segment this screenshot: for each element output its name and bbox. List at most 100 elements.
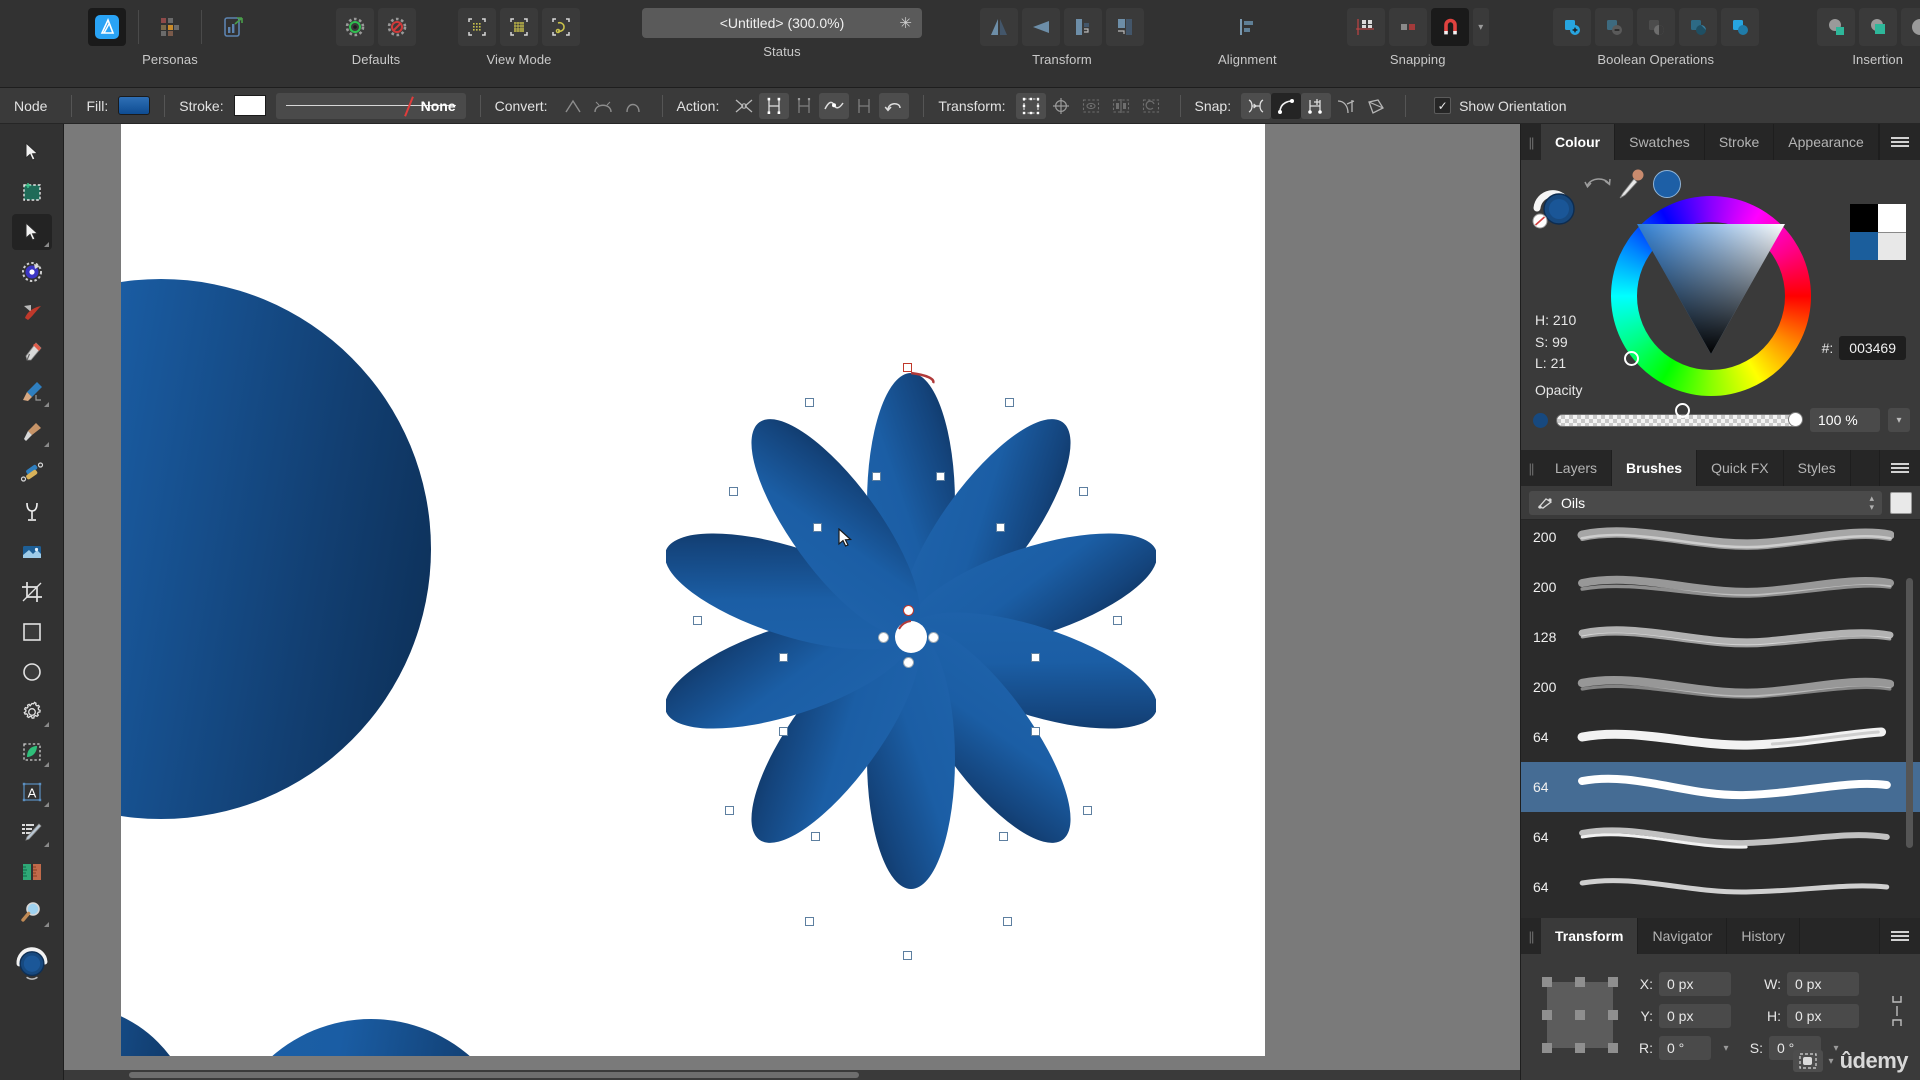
snapping-bounds-icon[interactable] [1388,8,1427,46]
brush-item[interactable]: 200 [1521,562,1920,612]
opacity-slider-knob[interactable] [1788,411,1803,427]
fill-brush-tool[interactable] [12,414,52,450]
brush-category-select[interactable]: Oils ▴ ▾ [1529,490,1882,515]
ellipse-tool[interactable] [12,654,52,690]
show-transform-box-icon[interactable] [1015,92,1046,119]
show-orientation-toggle[interactable]: ✓ Show Orientation [1434,97,1567,114]
snap-to-nodes-icon[interactable] [1301,92,1332,119]
brushes-panel-menu-icon[interactable] [1880,450,1920,486]
panel-grip-icon-2[interactable]: || [1521,450,1541,486]
boolean-subtract-icon[interactable] [1594,8,1633,46]
rotate-nodes-icon[interactable] [1136,93,1166,119]
rectangle-tool[interactable] [12,614,52,650]
brush-list-scrollbar[interactable] [1906,578,1913,848]
brush-item[interactable]: 64 [1521,812,1920,862]
zoom-tool[interactable] [12,894,52,930]
selection-node-handle[interactable] [903,363,912,372]
link-wh-icon[interactable] [1890,994,1904,1031]
big-circle-shape[interactable] [121,279,431,819]
horizontal-scrollbar-thumb[interactable] [129,1072,859,1078]
brush-item[interactable]: 200 [1521,520,1920,562]
colour-selector-tool[interactable] [12,934,52,986]
brush-item[interactable]: 64 [1521,712,1920,762]
snap-to-tangent-icon[interactable] [1331,93,1361,119]
outline-view-icon[interactable] [542,8,580,46]
boolean-divide-icon[interactable] [1678,8,1717,46]
selection-node-handle[interactable] [725,806,734,815]
brush-list-view-icon[interactable] [1890,491,1912,514]
colour-panel-menu-icon[interactable] [1880,124,1920,160]
swap-colours-icon[interactable] [1583,172,1613,194]
flip-vertical-icon[interactable] [1022,8,1060,46]
shape-tool[interactable] [12,734,52,770]
brush-list[interactable]: 200 200 128 200 64 64 64 64 [1521,520,1920,918]
selection-node-handle[interactable] [903,951,912,960]
swatch-light[interactable] [1878,232,1906,260]
artistic-text-tool[interactable]: A [12,774,52,810]
swatch-white[interactable] [1878,204,1906,232]
gradient-tool[interactable] [12,534,52,570]
snapping-candidates-icon[interactable] [1346,8,1385,46]
current-colour-preview[interactable] [1653,170,1681,198]
pixel-view-icon[interactable] [500,8,538,46]
snap-to-geometry-icon[interactable] [1241,92,1272,119]
vector-view-icon[interactable] [458,8,496,46]
canvas-area[interactable]: RRCG 人人素材 [64,124,1520,1080]
designer-persona-icon[interactable] [88,8,126,46]
selection-node-handle[interactable] [999,832,1008,841]
h-input[interactable]: 0 px [1787,1004,1859,1028]
reverse-direction-icon[interactable] [879,92,910,119]
selection-node-handle[interactable] [813,523,822,532]
boolean-add-icon[interactable] [1552,8,1591,46]
stroke-width-selector[interactable]: None [275,92,466,119]
panel-grip-icon-3[interactable]: || [1521,918,1541,954]
rotate-ccw-icon[interactable] [1064,8,1102,46]
vector-brush-tool[interactable] [12,454,52,490]
transform-mode-chevron-down-icon[interactable]: ▾ [1829,1056,1834,1067]
document-page[interactable]: RRCG 人人素材 [121,124,1265,1056]
saturation-knob[interactable] [1675,403,1690,418]
tab-quick-fx[interactable]: Quick FX [1697,450,1784,486]
bottom-left-shape[interactable] [121,1004,196,1056]
insert-inside-icon[interactable] [1858,8,1897,46]
horizontal-scrollbar[interactable] [64,1070,1520,1080]
transform-mode-icon[interactable] [1792,1050,1823,1072]
insert-behind-icon[interactable] [1816,8,1855,46]
selection-node-handle[interactable] [1031,653,1040,662]
document-title-field[interactable]: <Untitled> (300.0%) ✳ [642,8,922,38]
selection-node-handle[interactable] [1079,487,1088,496]
panel-grip-icon[interactable]: || [1521,124,1541,160]
convert-to-sharp-icon[interactable] [558,93,588,119]
selection-node-handle[interactable] [779,727,788,736]
artboard-tool[interactable] [12,174,52,210]
pen-tool[interactable] [12,334,52,370]
vector-flood-fill-tool[interactable] [12,494,52,530]
selection-node-handle[interactable] [779,653,788,662]
selection-node-handle[interactable] [811,832,820,841]
selection-inner-node-handle[interactable] [903,605,914,616]
snap-to-handles-icon[interactable] [1361,93,1391,119]
tab-brushes[interactable]: Brushes [1612,450,1698,486]
tab-stroke[interactable]: Stroke [1705,124,1775,160]
swatch-black[interactable] [1850,204,1878,232]
magnet-icon[interactable] [1430,8,1469,46]
smooth-curve-icon[interactable] [789,93,819,119]
swatch-blue[interactable] [1850,232,1878,260]
reset-defaults-icon[interactable] [336,8,374,46]
node-tool[interactable] [11,214,52,250]
tab-colour[interactable]: Colour [1541,124,1616,160]
selection-node-handle[interactable] [693,616,702,625]
crop-tool[interactable] [12,574,52,610]
flip-horizontal-icon[interactable] [980,8,1018,46]
selection-inner-node-handle[interactable] [903,657,914,668]
tab-history[interactable]: History [1727,918,1800,954]
chevron-down-icon[interactable]: ▾ [1472,8,1489,46]
tab-styles[interactable]: Styles [1784,450,1851,486]
pixel-persona-icon[interactable] [151,8,189,46]
align-icon[interactable] [1228,8,1266,46]
selection-node-handle[interactable] [996,523,1005,532]
selection-inner-node-handle[interactable] [878,632,889,643]
paint-brush-tool[interactable] [12,374,52,410]
break-curve-icon[interactable] [729,93,759,119]
cog-shape-tool[interactable] [12,694,52,730]
